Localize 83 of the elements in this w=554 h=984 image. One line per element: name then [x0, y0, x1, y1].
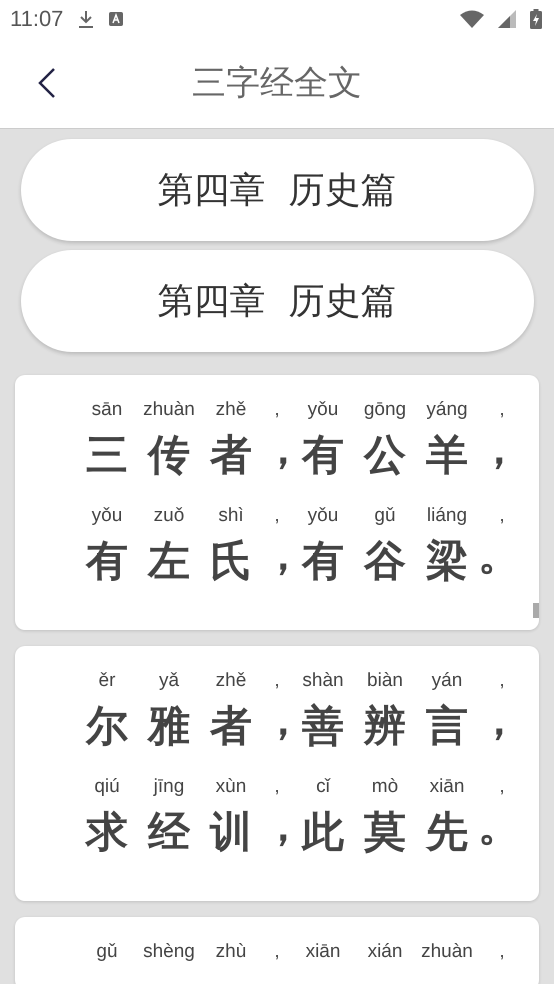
- hanzi-character: ，: [262, 529, 292, 579]
- pinyin-syllable: zhù: [214, 940, 248, 964]
- pinyin-syllable: ,: [273, 669, 281, 693]
- hanzi-character: 善: [301, 700, 345, 752]
- hanzi-character: 训: [208, 806, 253, 858]
- pinyin-syllable: ,: [498, 398, 506, 422]
- pinyin-syllable: shèng: [142, 940, 196, 964]
- hanzi-character: 者: [208, 700, 253, 752]
- hanzi-character: 左: [146, 535, 191, 587]
- hanzi-character: 莫: [363, 806, 407, 858]
- pinyin-syllable: yán: [430, 669, 464, 693]
- page-title: 三字经全文: [192, 62, 362, 105]
- pinyin-syllable: shàn: [301, 669, 345, 693]
- pinyin-syllable: liáng: [426, 504, 468, 528]
- chapter-button[interactable]: 第四章 历史篇: [20, 250, 534, 352]
- hanzi-character: ，: [262, 423, 292, 473]
- hanzi-character: 氏: [209, 535, 253, 587]
- hanzi-character: ，: [478, 423, 521, 475]
- hanzi-character: 有: [300, 535, 345, 587]
- pinyin-syllable: xiān: [428, 775, 466, 799]
- pinyin-syllable: yǒu: [306, 504, 340, 528]
- hanzi-character: 雅: [146, 700, 191, 752]
- hanzi-character: 求: [84, 806, 129, 858]
- hanzi-character: 有: [84, 535, 129, 587]
- pinyin-syllable: yǎ: [158, 669, 180, 693]
- scrollbar-thumb: [533, 603, 539, 618]
- hanzi-character: 先: [424, 806, 469, 858]
- signal-icon: [498, 10, 516, 28]
- pinyin-syllable: zhuàn: [142, 398, 196, 422]
- pinyin-syllable: ,: [273, 775, 281, 799]
- hanzi-character: ，: [478, 694, 521, 746]
- pinyin-syllable: ,: [273, 398, 281, 422]
- hanzi-character: 公: [362, 429, 407, 481]
- hanzi-character: 。: [478, 800, 521, 852]
- hanzi-character: 三: [85, 429, 129, 481]
- status-time: 11:07: [10, 6, 64, 32]
- pinyin-syllable: ,: [498, 504, 506, 528]
- hanzi-character: 传: [146, 429, 191, 481]
- pinyin-syllable: gǔ: [373, 504, 397, 528]
- pinyin-syllable: jīng: [152, 775, 186, 799]
- pinyin-syllable: zhě: [214, 398, 248, 422]
- pinyin-syllable: cǐ: [315, 775, 332, 799]
- pinyin-syllable: yáng: [425, 398, 469, 422]
- hanzi-character: 辨: [362, 700, 407, 752]
- pinyin-syllable: gōng: [362, 398, 408, 422]
- hanzi-character: 谷: [362, 535, 407, 587]
- pinyin-syllable: yǒu: [306, 398, 340, 422]
- pinyin-syllable: ,: [273, 940, 281, 964]
- hanzi-character: 有: [300, 429, 345, 481]
- hanzi-character: ，: [262, 800, 292, 850]
- pinyin-syllable: ěr: [98, 669, 116, 693]
- download-icon: [77, 9, 96, 29]
- hanzi-character: 梁: [425, 535, 469, 587]
- back-button[interactable]: [38, 67, 56, 99]
- pinyin-syllable: ,: [273, 504, 281, 528]
- battery-charging-icon: [530, 9, 542, 29]
- hanzi-character: 言: [425, 700, 469, 752]
- pinyin-syllable: xùn: [214, 775, 248, 799]
- keyboard-letter-icon: [109, 12, 124, 26]
- chapter-button[interactable]: 第四章 历史篇: [20, 139, 534, 241]
- hanzi-character: 经: [146, 806, 192, 858]
- pinyin-syllable: mò: [370, 775, 400, 799]
- hanzi-character: 者: [208, 429, 253, 481]
- pinyin-syllable: zuǒ: [152, 504, 186, 528]
- pinyin-syllable: ,: [498, 669, 506, 693]
- hanzi-character: 此: [300, 806, 345, 858]
- wifi-icon: [460, 10, 484, 28]
- hanzi-character: ，: [262, 694, 292, 744]
- pinyin-syllable: gǔ: [95, 940, 119, 964]
- hanzi-character: 尔: [84, 700, 129, 752]
- pinyin-syllable: zhuàn: [420, 940, 474, 964]
- pinyin-syllable: ,: [498, 775, 506, 799]
- pinyin-syllable: xián: [366, 940, 404, 964]
- hanzi-character: 。: [478, 529, 521, 581]
- pinyin-syllable: xiān: [304, 940, 342, 964]
- pinyin-syllable: zhě: [214, 669, 248, 693]
- pinyin-syllable: sān: [90, 398, 124, 422]
- pinyin-syllable: biàn: [366, 669, 404, 693]
- pinyin-syllable: ,: [498, 940, 506, 964]
- pinyin-syllable: qiú: [93, 775, 121, 799]
- pinyin-syllable: yǒu: [90, 504, 124, 528]
- hanzi-character: 羊: [425, 429, 469, 481]
- pinyin-syllable: shì: [217, 504, 245, 528]
